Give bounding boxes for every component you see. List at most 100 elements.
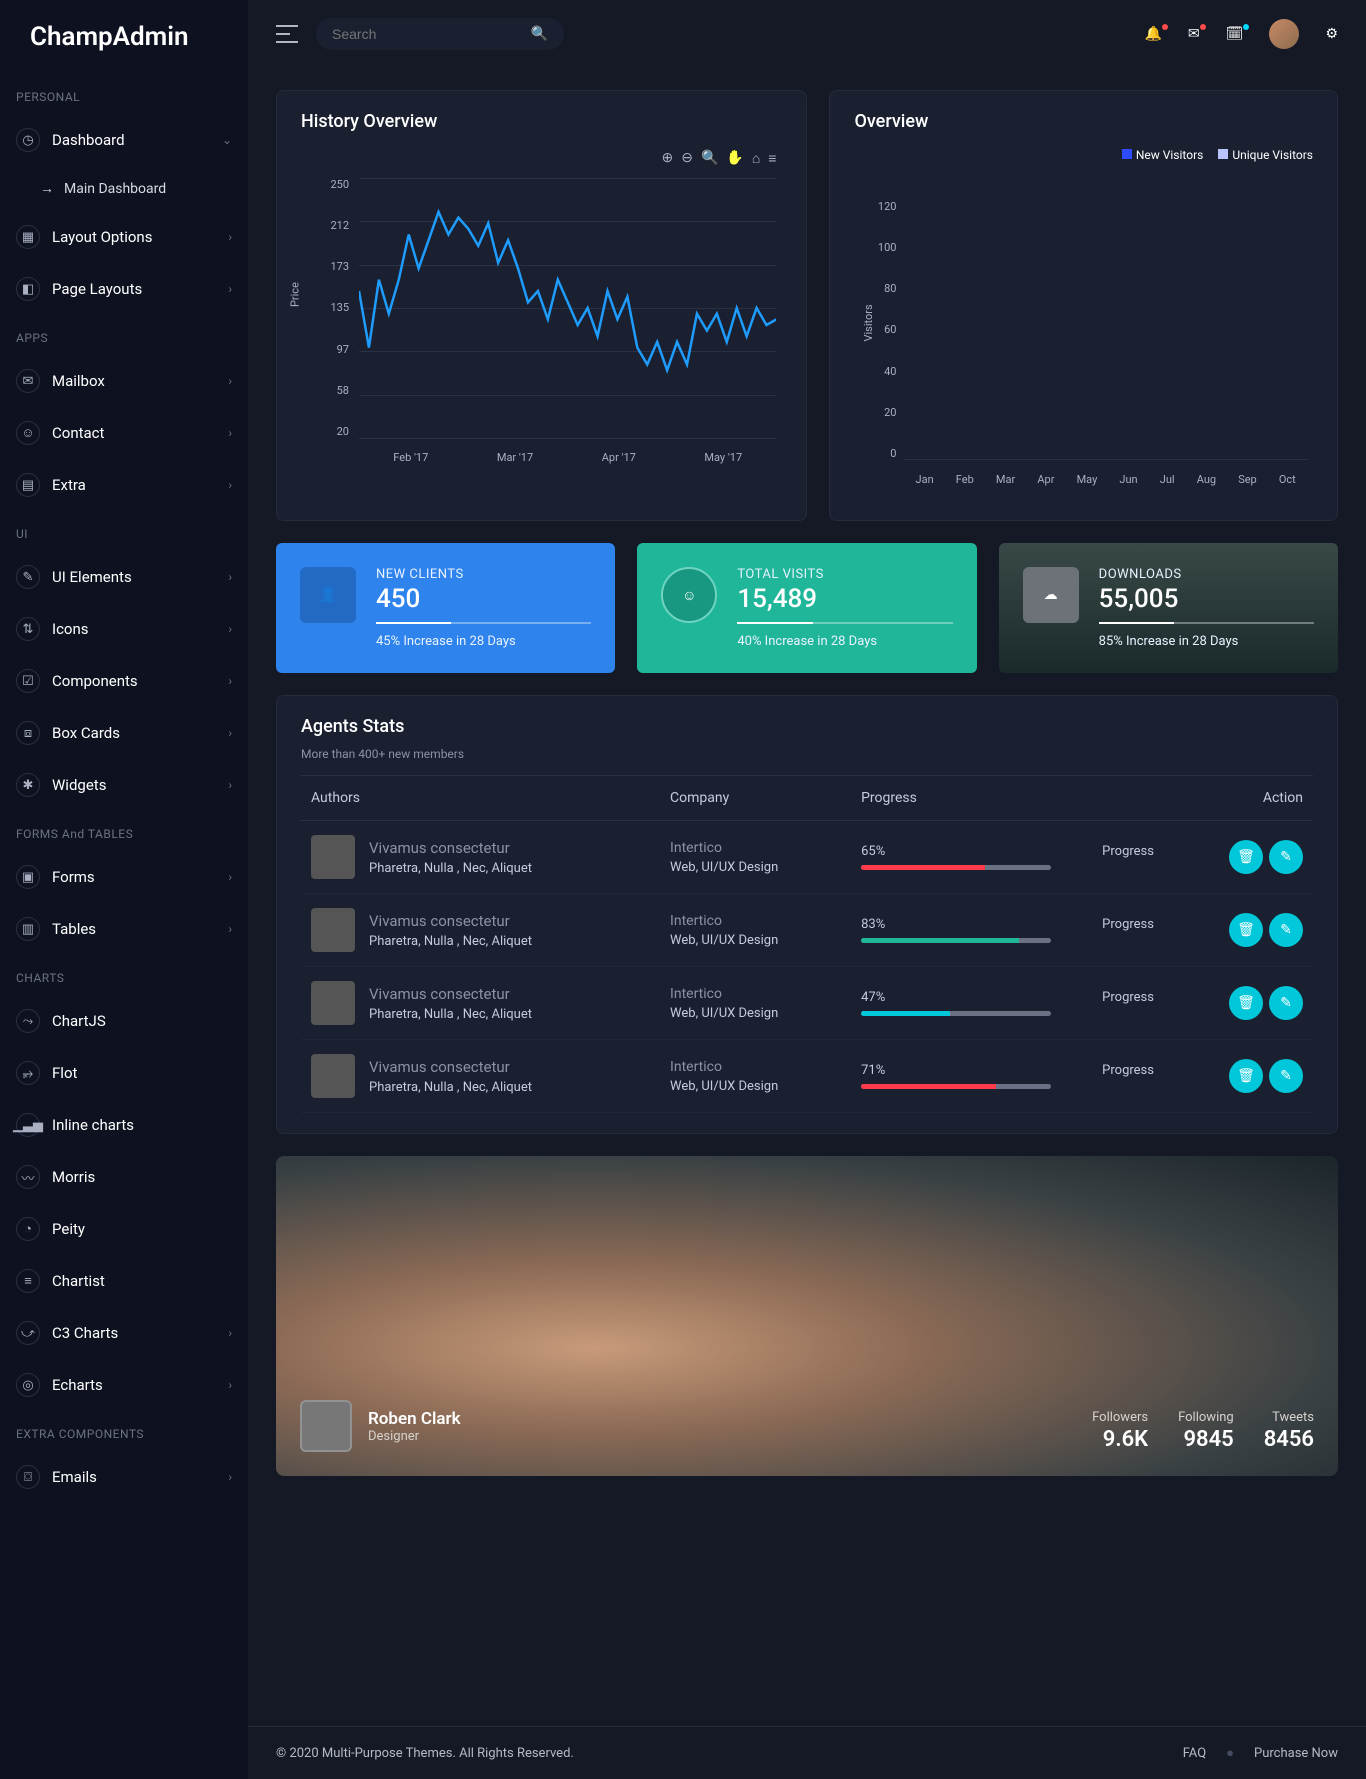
trend-icon: ⤻	[16, 1321, 40, 1345]
profile-avatar[interactable]	[300, 1400, 352, 1452]
agents-table: Authors Company Progress Action Vivamus …	[301, 775, 1313, 1113]
messages-icon[interactable]: ✉	[1188, 26, 1200, 42]
history-overview-card: History Overview ⊕ ⊖ 🔍 ✋ ⌂ ≡ Price 2502	[276, 90, 807, 521]
sidebar-item-dashboard[interactable]: ◷ Dashboard ⌄	[0, 114, 248, 166]
form-icon: ▣	[16, 865, 40, 889]
sidebar-item-chartjs[interactable]: ⤳ChartJS	[0, 995, 248, 1047]
author-name: Vivamus consectetur	[369, 912, 532, 930]
search-box[interactable]: 🔍	[316, 18, 564, 50]
edit-button[interactable]: ✎	[1269, 1059, 1303, 1093]
company-desc: Web, UI/UX Design	[670, 860, 841, 875]
profile-name: Roben Clark	[368, 1409, 461, 1429]
progress-pct: 83%	[861, 917, 885, 932]
chevron-right-icon: ›	[228, 622, 232, 636]
edit-button[interactable]: ✎	[1269, 913, 1303, 947]
author-name: Vivamus consectetur	[369, 839, 532, 857]
cart-icon[interactable]: 🗓	[1226, 26, 1244, 42]
check-icon: ☑	[16, 669, 40, 693]
stat-total-visits[interactable]: ☺ TOTAL VISITS 15,489 40% Increase in 28…	[637, 543, 976, 673]
edit-button[interactable]: ✎	[1269, 986, 1303, 1020]
company-desc: Web, UI/UX Design	[670, 1006, 841, 1021]
delete-button[interactable]: 🗑	[1229, 913, 1263, 947]
nav-section-forms: FORMS And TABLES	[0, 811, 248, 851]
user-icon: 👤	[300, 567, 356, 623]
col-progress: Progress	[851, 776, 1164, 821]
sidebar-item-icons[interactable]: ⇅Icons›	[0, 603, 248, 655]
sidebar-item-emails[interactable]: ⌼Emails›	[0, 1451, 248, 1503]
sidebar-item-morris[interactable]: 〰Morris	[0, 1151, 248, 1203]
footer-faq-link[interactable]: FAQ	[1183, 1746, 1206, 1761]
stat-new-clients[interactable]: 👤 NEW CLIENTS 450 45% Increase in 28 Day…	[276, 543, 615, 673]
home-icon[interactable]: ⌂	[752, 150, 760, 167]
profile-banner: Roben Clark Designer Followers9.6K Follo…	[276, 1156, 1338, 1476]
col-action: Action	[1164, 776, 1313, 821]
zoom-out-icon[interactable]: ⊖	[681, 150, 693, 167]
progress-track	[861, 865, 1051, 870]
pages-icon: ◧	[16, 277, 40, 301]
chevron-right-icon: ›	[228, 478, 232, 492]
sidebar-item-forms[interactable]: ▣Forms›	[0, 851, 248, 903]
author-name: Vivamus consectetur	[369, 1058, 532, 1076]
sidebar-item-mailbox[interactable]: ✉Mailbox›	[0, 355, 248, 407]
history-x-ticks: Feb '17Mar '17Apr '17May '17	[359, 451, 776, 464]
profile-role: Designer	[368, 1429, 461, 1444]
author-meta: Pharetra, Nulla , Nec, Aliquet	[369, 1007, 532, 1022]
line-chart-icon: ⤳	[16, 1009, 40, 1033]
search-input[interactable]	[332, 26, 531, 42]
footer-purchase-link[interactable]: Purchase Now	[1254, 1746, 1338, 1761]
settings-icon[interactable]: ⚙	[1325, 26, 1338, 42]
sidebar-item-widgets[interactable]: ✱Widgets›	[0, 759, 248, 811]
author-meta: Pharetra, Nulla , Nec, Aliquet	[369, 861, 532, 876]
sidebar-item-flot[interactable]: ⭈Flot	[0, 1047, 248, 1099]
search-icon[interactable]: 🔍	[531, 26, 548, 42]
sidebar-subitem-main-dashboard[interactable]: → Main Dashboard	[0, 166, 248, 211]
overview-legend: New Visitors Unique Visitors	[854, 148, 1313, 162]
menu-icon[interactable]: ≡	[768, 150, 776, 167]
sidebar-item-inline-charts[interactable]: ▁▃▅Inline charts	[0, 1099, 248, 1151]
progress-pct: 71%	[861, 1063, 885, 1078]
menu-toggle-icon[interactable]	[276, 25, 298, 43]
delete-button[interactable]: 🗑	[1229, 840, 1263, 874]
author-avatar	[311, 1054, 355, 1098]
box-icon: ⧈	[16, 721, 40, 745]
chevron-right-icon: ›	[228, 870, 232, 884]
sidebar-item-tables[interactable]: ▥Tables›	[0, 903, 248, 955]
brand-logo[interactable]: ChampAdmin	[0, 0, 248, 74]
history-ylabel: Price	[289, 282, 302, 307]
notifications-icon[interactable]: 🔔	[1144, 26, 1161, 42]
sidebar-item-ui-elements[interactable]: ✎UI Elements›	[0, 551, 248, 603]
sidebar-item-echarts[interactable]: ◎Echarts›	[0, 1359, 248, 1411]
sidebar-item-box-cards[interactable]: ⧈Box Cards›	[0, 707, 248, 759]
sliders-icon: ⇅	[16, 617, 40, 641]
history-price-line	[359, 178, 776, 438]
chevron-right-icon: ›	[228, 1326, 232, 1340]
delete-button[interactable]: 🗑	[1229, 1059, 1263, 1093]
sidebar-item-extra[interactable]: ▤Extra›	[0, 459, 248, 511]
chevron-right-icon: ›	[228, 426, 232, 440]
legend-swatch-unique	[1218, 149, 1228, 159]
pan-icon[interactable]: ✋	[726, 150, 743, 167]
sidebar-item-layout-options[interactable]: ▦ Layout Options ›	[0, 211, 248, 263]
sidebar-item-chartist[interactable]: ≡Chartist	[0, 1255, 248, 1307]
progress-label: Progress	[1102, 844, 1154, 859]
sidebar-item-page-layouts[interactable]: ◧ Page Layouts ›	[0, 263, 248, 315]
author-name: Vivamus consectetur	[369, 985, 532, 1003]
company-desc: Web, UI/UX Design	[670, 1079, 841, 1094]
zoom-in-icon[interactable]: ⊕	[661, 150, 673, 167]
user-avatar[interactable]	[1269, 19, 1299, 49]
chevron-right-icon: ›	[228, 922, 232, 936]
pulse-icon: ⭈	[16, 1061, 40, 1085]
sidebar-item-contact[interactable]: ☺Contact›	[0, 407, 248, 459]
zoom-select-icon[interactable]: 🔍	[701, 150, 718, 167]
company-name: Intertico	[670, 840, 841, 856]
arrow-right-icon: →	[40, 180, 54, 197]
bars-icon: ≡	[16, 1269, 40, 1293]
stat-downloads[interactable]: ☁ DOWNLOADS 55,005 85% Increase in 28 Da…	[999, 543, 1338, 673]
sidebar-item-components[interactable]: ☑Components›	[0, 655, 248, 707]
edit-button[interactable]: ✎	[1269, 840, 1303, 874]
sidebar-item-c3-charts[interactable]: ⤻C3 Charts›	[0, 1307, 248, 1359]
delete-button[interactable]: 🗑	[1229, 986, 1263, 1020]
progress-pct: 47%	[861, 990, 885, 1005]
legend-swatch-new	[1122, 149, 1132, 159]
sidebar-item-peity[interactable]: ◔Peity	[0, 1203, 248, 1255]
